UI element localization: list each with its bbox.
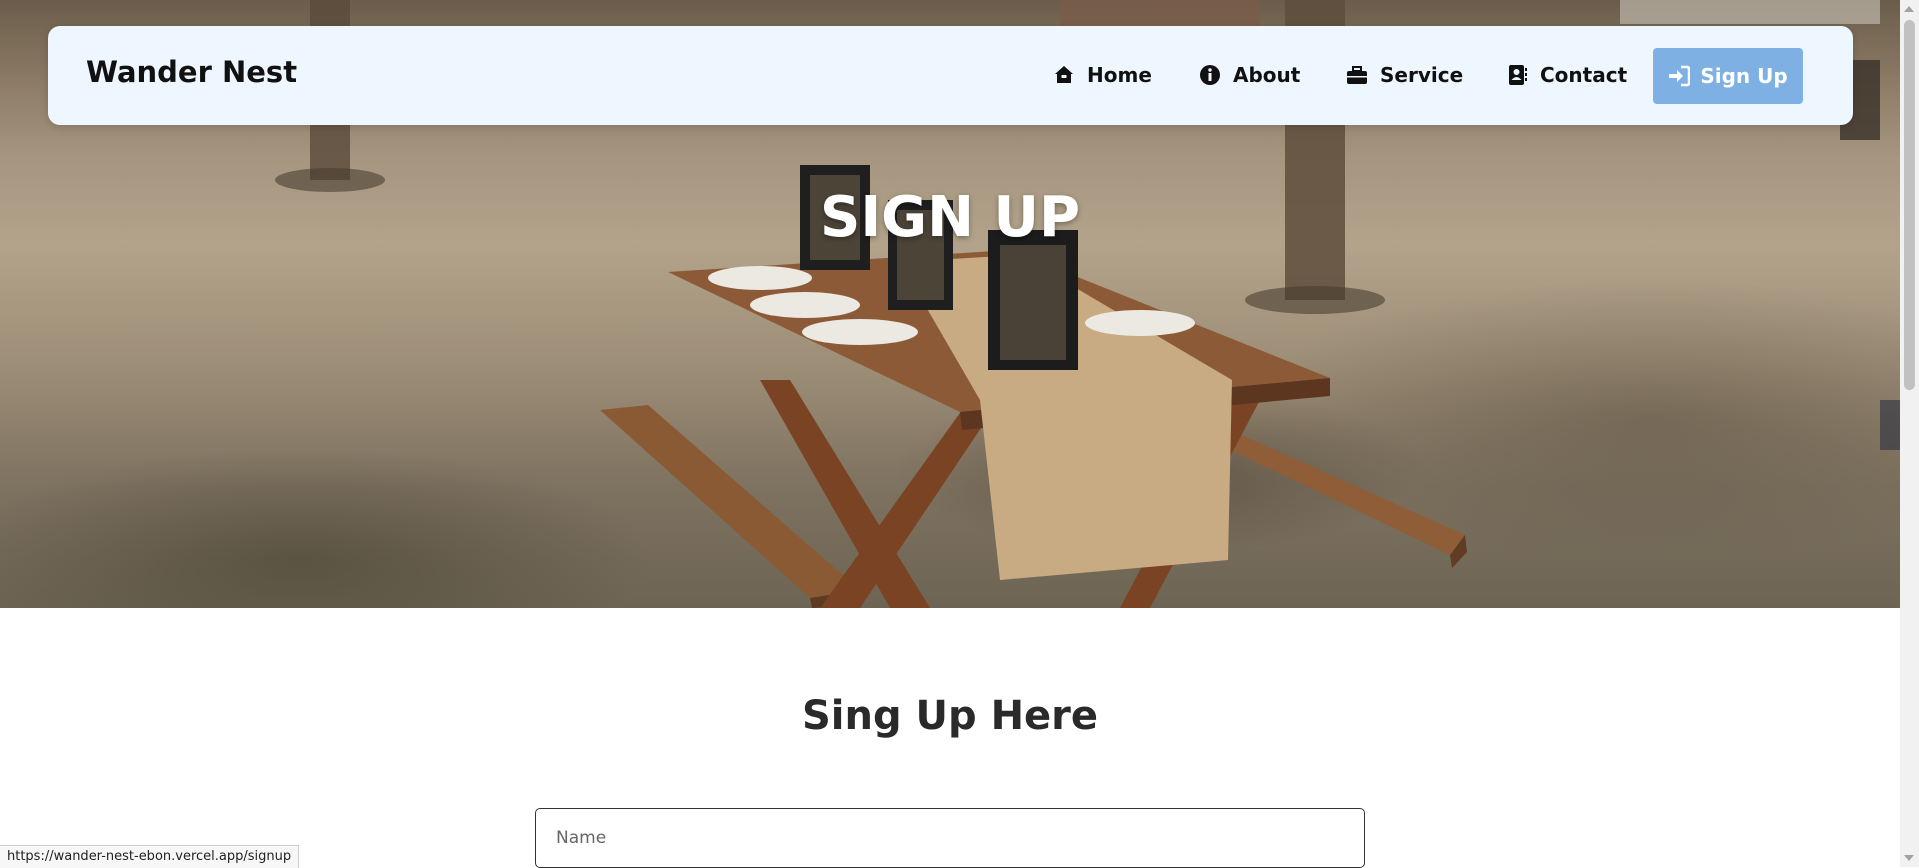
nav-home-label: Home bbox=[1087, 63, 1152, 87]
scrollbar-thumb[interactable] bbox=[1904, 20, 1915, 390]
page-scrollbar[interactable] bbox=[1900, 0, 1919, 867]
scroll-up-arrow-icon[interactable] bbox=[1904, 6, 1914, 12]
nav-contact-link[interactable]: Contact bbox=[1506, 59, 1627, 91]
signup-form-title: Sing Up Here bbox=[801, 693, 1099, 739]
signup-button-label: Sign Up bbox=[1700, 64, 1788, 88]
nav-service-link[interactable]: Service bbox=[1346, 59, 1463, 91]
info-icon bbox=[1199, 64, 1221, 86]
briefcase-icon bbox=[1346, 64, 1368, 86]
home-icon bbox=[1053, 64, 1075, 86]
nav-service-label: Service bbox=[1380, 63, 1464, 87]
name-input[interactable] bbox=[535, 808, 1365, 868]
contact-book-icon bbox=[1506, 64, 1528, 86]
sign-in-icon bbox=[1668, 65, 1691, 87]
navbar: Wander Nest Home About Service Contact S… bbox=[48, 26, 1853, 125]
nav-contact-label: Contact bbox=[1540, 63, 1628, 87]
nav-about-link[interactable]: About bbox=[1199, 59, 1300, 91]
nav-about-label: About bbox=[1233, 63, 1301, 87]
scroll-down-arrow-icon[interactable] bbox=[1904, 855, 1914, 861]
hero-title: SIGN UP bbox=[819, 185, 1080, 250]
signup-button[interactable]: Sign Up bbox=[1653, 48, 1803, 104]
link-status-bar: https://wander-nest-ebon.vercel.app/sign… bbox=[0, 845, 300, 868]
brand-logo[interactable]: Wander Nest bbox=[86, 55, 297, 89]
nav-home-link[interactable]: Home bbox=[1053, 59, 1152, 91]
